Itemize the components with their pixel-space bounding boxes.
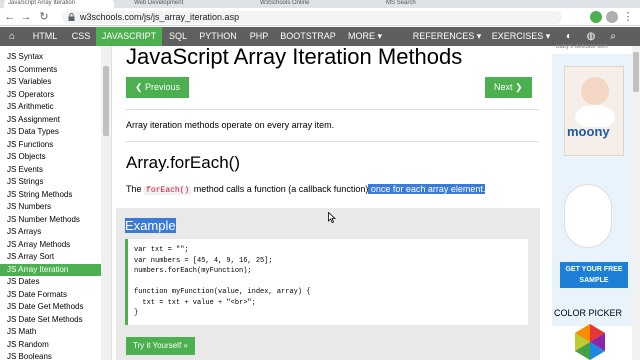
sidebar-item[interactable]: JS Random: [0, 339, 101, 351]
product-package-image: [564, 66, 624, 156]
color-picker-label[interactable]: COLOR PICKER: [554, 308, 622, 318]
sidebar-item[interactable]: JS Array Sort: [0, 251, 101, 263]
extension-icon[interactable]: [590, 11, 602, 23]
intro-text: Array iteration methods operate on every…: [126, 120, 335, 130]
inline-code: forEach(): [144, 186, 192, 195]
sidebar-scrollbar-thumb[interactable]: [103, 66, 109, 136]
code-line: function myFunction(value, index, array)…: [134, 288, 311, 296]
mascot-icon: [564, 184, 612, 248]
nav-references[interactable]: REFERENCES ▾: [410, 27, 484, 46]
sidebar: JS Syntax JS Comments JS Variables JS Op…: [0, 46, 112, 360]
browser-tab-strip: JavaScript Array Iteration Web Developme…: [0, 0, 640, 8]
sidebar-item[interactable]: JS Variables: [0, 76, 101, 88]
sidebar-item[interactable]: JS Functions: [0, 139, 101, 151]
url-field[interactable]: w3schools.com/js/js_array_iteration.asp: [62, 11, 562, 24]
back-arrow-icon[interactable]: ←: [4, 11, 16, 23]
brand-logo: moony: [567, 124, 610, 139]
divider: [126, 141, 538, 142]
sidebar-item[interactable]: JS Array Methods: [0, 239, 101, 251]
sidebar-item[interactable]: JS Data Types: [0, 126, 101, 138]
mouse-cursor-icon: [328, 212, 336, 223]
code-block: var txt = ""; var numbers = [45, 4, 9, 1…: [125, 239, 528, 325]
description-middle: method calls a function (a callback func…: [191, 184, 369, 194]
lock-icon: [68, 13, 75, 21]
sidebar-item[interactable]: JS Date Get Methods: [0, 301, 101, 313]
page-title: JavaScript Array Iteration Methods: [126, 46, 463, 69]
nav-php[interactable]: PHP: [242, 27, 276, 46]
code-line: var txt = "";: [134, 246, 189, 254]
address-bar: ← → ↻ w3schools.com/js/js_array_iteratio…: [0, 8, 640, 26]
sidebar-item[interactable]: JS Dates: [0, 276, 101, 288]
ad-banner[interactable]: moony GET YOUR FREE SAMPLE: [552, 54, 636, 326]
get-sample-button[interactable]: GET YOUR FREE SAMPLE: [560, 262, 628, 288]
sidebar-item[interactable]: JS Numbers: [0, 201, 101, 213]
sidebar-item[interactable]: JS String Methods: [0, 189, 101, 201]
sidebar-item[interactable]: JS Date Formats: [0, 289, 101, 301]
url-text: w3schools.com/js/js_array_iteration.asp: [80, 12, 240, 22]
browser-tab[interactable]: MS Search: [382, 0, 492, 8]
sidebar-item[interactable]: JS Date Set Methods: [0, 314, 101, 326]
nav-exercises[interactable]: EXERCISES ▾: [486, 27, 556, 46]
nav-javascript[interactable]: JAVASCRIPT: [96, 27, 162, 46]
menu-dots-icon[interactable]: ⋮: [622, 11, 634, 23]
sidebar-item[interactable]: JS Operators: [0, 89, 101, 101]
baby-photo-icon: [575, 77, 615, 129]
sidebar-item[interactable]: JS Arrays: [0, 226, 101, 238]
sidebar-item[interactable]: JS Events: [0, 164, 101, 176]
browser-tab[interactable]: W3Schools Online: [256, 0, 366, 8]
sidebar-item[interactable]: JS Math: [0, 326, 101, 338]
sidebar-item[interactable]: JS Objects: [0, 151, 101, 163]
code-line: var numbers = [45, 4, 9, 16, 25];: [134, 256, 273, 265]
nav-html[interactable]: HTML: [24, 27, 66, 46]
previous-button[interactable]: ❮ Previous: [126, 77, 190, 98]
sidebar-item[interactable]: JS Assignment: [0, 114, 101, 126]
section-title: Array.forEach(): [126, 153, 240, 172]
nav-css[interactable]: CSS: [66, 27, 96, 46]
description-prefix: The: [126, 184, 145, 194]
nav-bootstrap[interactable]: BOOTSTRAP: [276, 27, 340, 46]
sidebar-item[interactable]: JS Number Methods: [0, 214, 101, 226]
example-title: Example: [125, 218, 176, 234]
forward-arrow-icon[interactable]: →: [20, 11, 32, 23]
sidebar-item[interactable]: JS Arithmetic: [0, 101, 101, 113]
sidebar-item[interactable]: JS Strings: [0, 176, 101, 188]
description-text: The forEach() method calls a function (a…: [126, 183, 486, 197]
example-box: Example var txt = ""; var numbers = [45,…: [116, 208, 540, 360]
sidebar-item-active[interactable]: JS Array Iteration: [0, 263, 101, 276]
nav-more[interactable]: MORE ▾: [340, 27, 390, 46]
divider: [126, 109, 538, 110]
code-line: numbers.forEach(myFunction);: [134, 267, 252, 275]
color-wheel-icon[interactable]: [570, 324, 610, 360]
reload-icon[interactable]: ↻: [38, 11, 50, 23]
top-navigation: ⌂ HTML CSS JAVASCRIPT SQL PYTHON PHP BOO…: [0, 27, 640, 46]
code-line: }: [134, 309, 139, 317]
sidebar-item[interactable]: JS Booleans: [0, 351, 101, 360]
page-scrollbar-thumb[interactable]: [633, 52, 639, 92]
nav-sql[interactable]: SQL: [162, 27, 194, 46]
next-button[interactable]: Next ❯: [485, 77, 532, 98]
ad-column: baby's delicate skin moony GET YOUR FREE…: [548, 44, 640, 360]
code-line: txt = txt + value + "<br>";: [134, 298, 256, 307]
nav-python[interactable]: PYTHON: [194, 27, 242, 46]
main-content: JavaScript Array Iteration Methods ❮ Pre…: [112, 46, 548, 360]
sidebar-item[interactable]: JS Syntax: [0, 51, 101, 63]
page-scrollbar[interactable]: [632, 46, 640, 360]
browser-tab[interactable]: Web Development: [130, 0, 240, 8]
selected-text: once for each array element.: [368, 184, 486, 194]
profile-avatar-icon[interactable]: [606, 11, 618, 23]
example-title-text: Example: [125, 218, 176, 233]
try-it-yourself-button[interactable]: Try it Yourself »: [126, 337, 195, 355]
browser-tab[interactable]: JavaScript Array Iteration: [4, 0, 114, 8]
home-icon[interactable]: ⌂: [3, 27, 21, 46]
sidebar-item[interactable]: JS Comments: [0, 64, 101, 76]
ad-caption: baby's delicate skin: [556, 44, 608, 50]
